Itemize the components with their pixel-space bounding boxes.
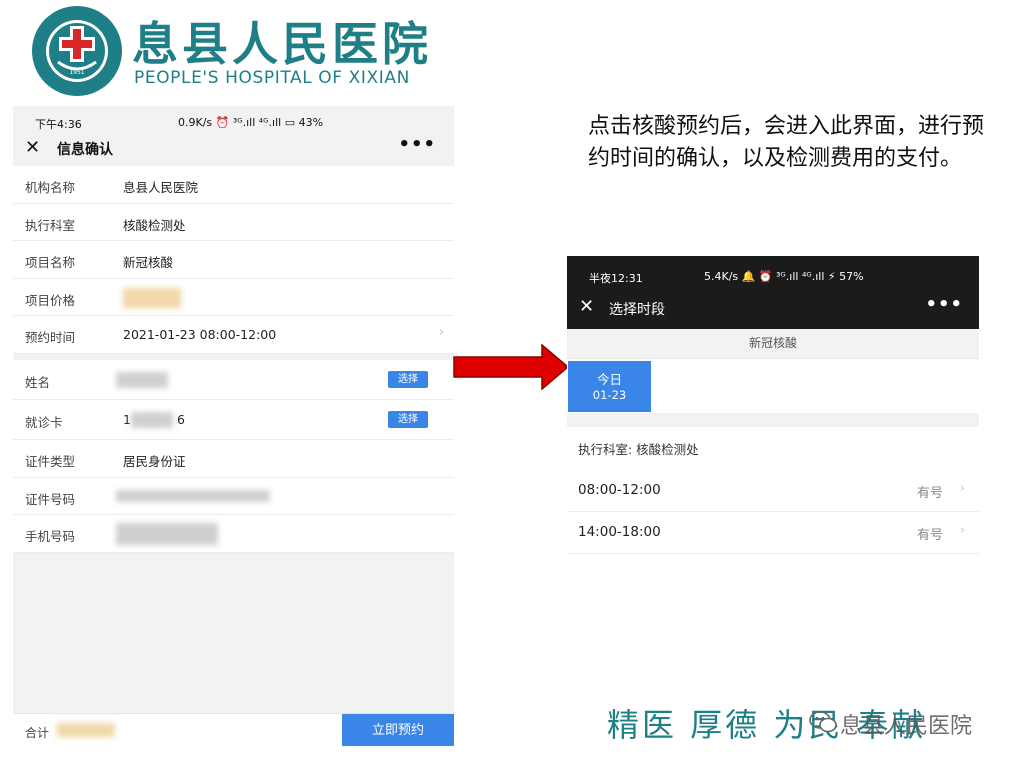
info-card: 机构名称 息县人民医院 执行科室 核酸检测处 项目名称 新冠核酸 项目价格 预约… bbox=[13, 166, 454, 354]
row-id-number: 证件号码 bbox=[13, 478, 454, 515]
watermark-text: 息县人民医院 bbox=[840, 714, 973, 739]
more-icon[interactable]: ••• bbox=[925, 294, 963, 315]
blurred-total bbox=[57, 723, 115, 737]
card-number-prefix: 1 bbox=[123, 412, 131, 427]
row-label: 预约时间 bbox=[25, 330, 76, 345]
row-label: 证件号码 bbox=[25, 491, 76, 507]
row-name: 姓名 选择 bbox=[13, 360, 454, 400]
row-label: 执行科室 bbox=[25, 217, 76, 233]
chevron-right-icon: › bbox=[959, 481, 965, 496]
hospital-emblem-icon: 1951 bbox=[32, 6, 122, 96]
project-name: 新冠核酸 bbox=[567, 329, 979, 359]
row-label: 证件类型 bbox=[25, 454, 76, 469]
row-department: 执行科室 核酸检测处 bbox=[13, 204, 454, 241]
status-indicators: 5.4K/s 🔔 ⏰ ³ᴳ.ıll ⁴ᴳ.ıll ⚡ 57% bbox=[704, 270, 864, 283]
row-label: 项目价格 bbox=[25, 292, 76, 308]
select-card-button[interactable]: 选择 bbox=[388, 411, 428, 428]
row-phone: 手机号码 bbox=[13, 515, 454, 553]
row-project: 项目名称 新冠核酸 bbox=[13, 241, 454, 279]
book-now-button[interactable]: 立即预约 bbox=[342, 714, 454, 746]
row-price: 项目价格 bbox=[13, 279, 454, 316]
hospital-logo: 1951 息县人民医院 PEOPLE'S HOSPITAL OF XIXIAN bbox=[28, 4, 458, 98]
status-time: 下午4:36 bbox=[35, 118, 82, 131]
day-label: 今日 bbox=[596, 372, 622, 387]
chevron-right-icon: › bbox=[438, 325, 444, 340]
instruction-text: 点击核酸预约后，会进入此界面，进行预约时间的确认，以及检测费用的支付。 bbox=[588, 114, 985, 171]
blurred-name bbox=[116, 372, 168, 388]
row-value: 新冠核酸 bbox=[123, 255, 174, 270]
row-label: 就诊卡 bbox=[25, 415, 63, 430]
right-phone-screen: 半夜12:31 5.4K/s 🔔 ⏰ ³ᴳ.ıll ⁴ᴳ.ıll ⚡ 57% ✕… bbox=[567, 256, 979, 556]
right-arrow-icon bbox=[453, 344, 570, 390]
slot-status: 有号 bbox=[916, 486, 943, 501]
row-card: 就诊卡 1 6 选择 bbox=[13, 400, 454, 440]
footer-bar: 合计 立即预约 bbox=[13, 713, 454, 746]
row-label: 姓名 bbox=[25, 375, 51, 390]
chevron-right-icon: › bbox=[959, 523, 965, 538]
page-title: 选择时段 bbox=[609, 302, 665, 318]
more-icon[interactable]: ••• bbox=[398, 134, 436, 155]
card-number-suffix: 6 bbox=[177, 412, 185, 427]
emblem-year: 1951 bbox=[69, 69, 84, 76]
left-phone-screen: 下午4:36 0.9K/s ⏰ ³ᴳ.ıll ⁴ᴳ.ıll ▭ 43% ✕ 信息… bbox=[13, 106, 454, 746]
time-slot-row[interactable]: 14:00-18:00 有号 › bbox=[567, 512, 979, 554]
department-label: 执行科室: 核酸检测处 bbox=[578, 442, 699, 457]
row-value: 2021-01-23 08:00-12:00 bbox=[123, 327, 277, 342]
blurred-phone bbox=[116, 523, 218, 545]
total-label: 合计 bbox=[25, 726, 50, 740]
status-indicators: 0.9K/s ⏰ ³ᴳ.ıll ⁴ᴳ.ıll ▭ 43% bbox=[178, 116, 324, 129]
row-label: 手机号码 bbox=[25, 529, 76, 544]
hospital-name-chinese: 息县人民医院 bbox=[132, 17, 432, 71]
slot-time: 08:00-12:00 bbox=[578, 482, 661, 498]
day-date: 01-23 bbox=[592, 388, 627, 402]
close-icon[interactable]: ✕ bbox=[25, 137, 40, 158]
nav-bar: ✕ 信息确认 ••• bbox=[13, 134, 454, 164]
hospital-name-english: PEOPLE'S HOSPITAL OF XIXIAN bbox=[134, 68, 410, 88]
page-title: 信息确认 bbox=[57, 142, 113, 158]
blurred-card-number bbox=[131, 412, 173, 428]
row-appointment-time[interactable]: 预约时间 2021-01-23 08:00-12:00 › bbox=[13, 316, 454, 354]
blurred-id-number bbox=[116, 489, 270, 502]
slot-time: 14:00-18:00 bbox=[578, 524, 661, 540]
row-label: 项目名称 bbox=[25, 255, 76, 270]
select-name-button[interactable]: 选择 bbox=[388, 371, 428, 388]
section-divider bbox=[567, 413, 979, 427]
wechat-watermark: 息县人民医院 bbox=[808, 705, 998, 739]
slot-status: 有号 bbox=[916, 528, 943, 543]
blurred-price bbox=[123, 287, 181, 308]
row-value: 核酸检测处 bbox=[123, 217, 186, 233]
dark-header: 半夜12:31 5.4K/s 🔔 ⏰ ³ᴳ.ıll ⁴ᴳ.ıll ⚡ 57% ✕… bbox=[567, 256, 979, 329]
row-id-type: 证件类型 居民身份证 bbox=[13, 440, 454, 478]
row-value: 居民身份证 bbox=[123, 454, 186, 469]
row-value: 息县人民医院 bbox=[123, 180, 199, 195]
day-tab-today[interactable]: 今日 01-23 bbox=[568, 361, 651, 412]
row-institution: 机构名称 息县人民医院 bbox=[13, 166, 454, 204]
status-time: 半夜12:31 bbox=[589, 272, 643, 285]
time-slot-row[interactable]: 08:00-12:00 有号 › bbox=[567, 470, 979, 512]
patient-card: 姓名 选择 就诊卡 1 6 选择 证件类型 居民身份证 证件号码 手机号码 bbox=[13, 360, 454, 553]
wechat-icon bbox=[809, 711, 837, 733]
row-label: 机构名称 bbox=[25, 180, 76, 195]
close-icon[interactable]: ✕ bbox=[579, 296, 594, 317]
